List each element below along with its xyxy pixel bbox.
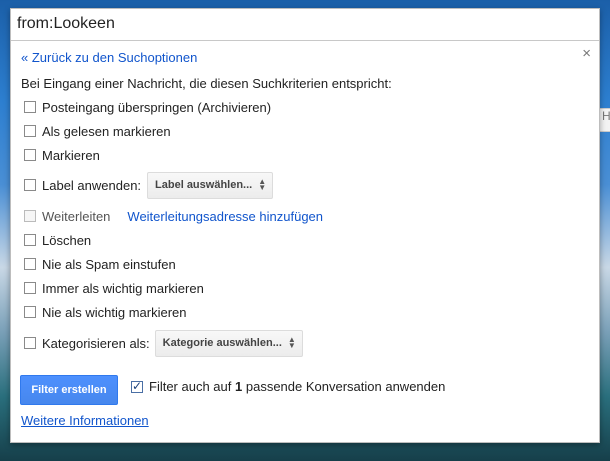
option-label: Löschen — [42, 232, 92, 248]
mark-read-checkbox[interactable] — [24, 125, 36, 137]
category-select-value: Kategorie auswählen... — [162, 337, 282, 349]
filter-dialog: × « Zurück zu den Suchoptionen Bei Einga… — [10, 8, 600, 443]
add-forwarding-address-link[interactable]: Weiterleitungsadresse hinzufügen — [127, 209, 323, 224]
matching-count: 1 — [235, 379, 243, 394]
select-arrows-icon: ▲ ▼ — [258, 177, 267, 192]
skip-inbox-checkbox[interactable] — [24, 101, 36, 113]
option-label: Kategorisieren als: — [42, 335, 150, 351]
apply-to-matching-row[interactable]: Filter auch auf 1 passende Konversation … — [131, 379, 445, 394]
option-forward: Weiterleiten Weiterleitungsadresse hinzu… — [24, 207, 323, 225]
option-always-important[interactable]: Immer als wichtig markieren — [24, 279, 204, 297]
option-label: Label anwenden: — [42, 177, 142, 193]
select-arrows-icon: ▲ ▼ — [287, 335, 296, 350]
always-important-checkbox[interactable] — [24, 282, 36, 294]
delete-checkbox[interactable] — [24, 234, 36, 246]
back-to-search-options-link[interactable]: « Zurück zu den Suchoptionen — [21, 50, 197, 65]
apply-to-matching-checkbox[interactable] — [131, 379, 143, 393]
never-important-checkbox[interactable] — [24, 306, 36, 318]
option-label: Als gelesen markieren — [42, 123, 171, 139]
option-apply-label[interactable]: Label anwenden: Label auswählen... ▲ ▼ — [24, 171, 274, 199]
option-label: Weiterleiten — [42, 208, 111, 224]
label-select[interactable]: Label auswählen... ▲ ▼ — [147, 171, 274, 199]
option-star[interactable]: Markieren — [24, 146, 100, 164]
option-label: Posteingang überspringen (Archivieren) — [42, 99, 272, 115]
label-select-value: Label auswählen... — [155, 179, 253, 191]
option-label: Nie als Spam einstufen — [42, 256, 176, 272]
apply-suffix: passende Konversation anwenden — [245, 379, 446, 394]
option-label: Nie als wichtig markieren — [42, 304, 187, 320]
category-select[interactable]: Kategorie auswählen... ▲ ▼ — [154, 329, 303, 357]
option-delete[interactable]: Löschen — [24, 231, 91, 249]
forward-checkbox — [24, 210, 36, 222]
close-icon[interactable]: × — [582, 46, 591, 61]
option-categorize[interactable]: Kategorisieren als: Kategorie auswählen.… — [24, 329, 303, 357]
search-bar — [11, 9, 599, 41]
option-never-spam[interactable]: Nie als Spam einstufen — [24, 255, 176, 273]
apply-prefix: Filter auch auf — [149, 379, 232, 394]
apply-label-checkbox[interactable] — [24, 179, 36, 191]
option-never-important[interactable]: Nie als wichtig markieren — [24, 303, 187, 321]
option-mark-read[interactable]: Als gelesen markieren — [24, 122, 171, 140]
option-label: Markieren — [42, 147, 100, 163]
criteria-intro-text: Bei Eingang einer Nachricht, die diesen … — [21, 76, 392, 91]
categorize-checkbox[interactable] — [24, 337, 36, 349]
star-checkbox[interactable] — [24, 149, 36, 161]
search-input[interactable] — [17, 13, 587, 35]
never-spam-checkbox[interactable] — [24, 258, 36, 270]
create-filter-button[interactable]: Filter erstellen — [20, 375, 118, 405]
option-label: Immer als wichtig markieren — [42, 280, 204, 296]
option-skip-inbox[interactable]: Posteingang überspringen (Archivieren) — [24, 98, 271, 116]
more-info-link[interactable]: Weitere Informationen — [21, 413, 149, 428]
